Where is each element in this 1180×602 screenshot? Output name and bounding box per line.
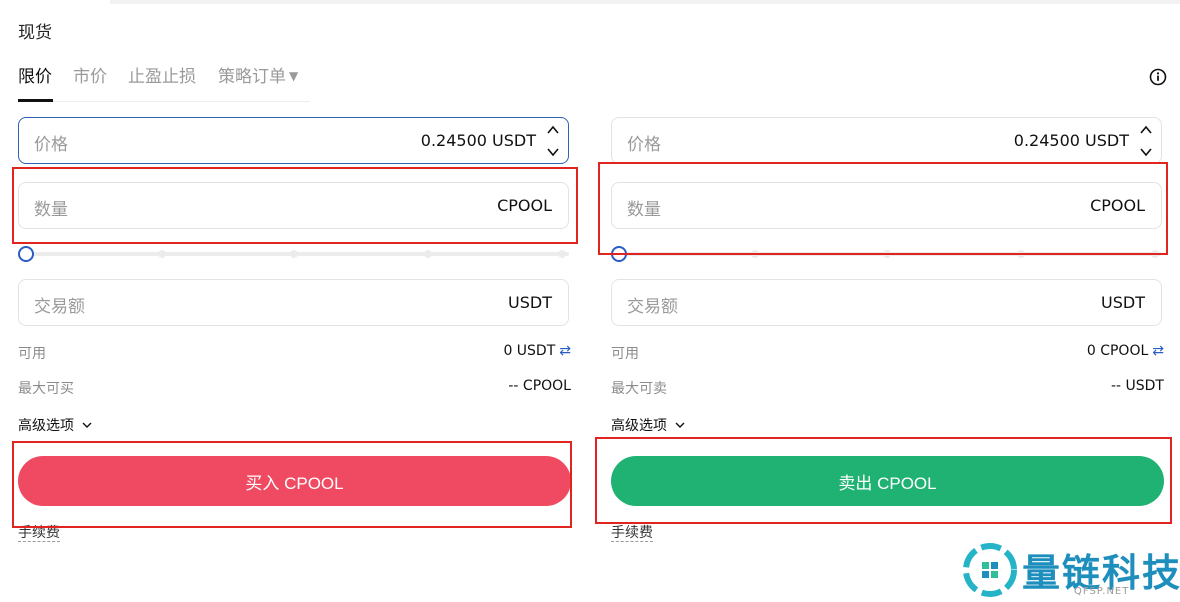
- chevron-down-icon: [82, 422, 92, 428]
- sell-price-label: 价格: [627, 135, 661, 155]
- slider-tick[interactable]: [290, 250, 298, 258]
- available-label: 可用: [18, 346, 46, 362]
- buy-price-value: 0.24500 USDT: [420, 131, 536, 150]
- slider-tick[interactable]: [158, 250, 166, 258]
- max-buy-value: -- CPOOL: [508, 378, 571, 394]
- highlight-box-buy-button: [12, 441, 572, 528]
- sell-total-unit: USDT: [1101, 293, 1145, 312]
- max-sell-label: 最大可卖: [611, 381, 667, 397]
- buy-advanced-options[interactable]: 高级选项: [18, 415, 92, 435]
- sell-total-label: 交易额: [627, 297, 678, 317]
- highlight-box-sell-amount: [598, 162, 1168, 255]
- sell-max-row: 最大可卖 -- USDT: [611, 378, 1164, 398]
- buy-price-label: 价格: [34, 135, 68, 155]
- buy-total-unit: USDT: [508, 293, 552, 312]
- highlight-box-sell-button: [595, 437, 1172, 524]
- available-label: 可用: [611, 346, 639, 362]
- swap-arrows-icon[interactable]: ⇄: [559, 343, 571, 359]
- chevron-down-icon[interactable]: [545, 143, 561, 161]
- sell-total-input[interactable]: 交易额 USDT: [611, 279, 1162, 326]
- swap-arrows-icon[interactable]: ⇄: [1152, 343, 1164, 359]
- sell-fee-link[interactable]: 手续费: [611, 525, 653, 542]
- advanced-options-label: 高级选项: [611, 418, 667, 434]
- buy-price-input[interactable]: 价格 0.24500 USDT: [18, 117, 569, 164]
- watermark-logo: 量链科技 QFSP.NET: [962, 542, 1180, 600]
- chevron-up-icon[interactable]: [545, 121, 561, 139]
- available-value: 0 CPOOL: [1086, 343, 1149, 359]
- buy-total-label: 交易额: [34, 297, 85, 317]
- sell-price-value: 0.24500 USDT: [1013, 131, 1129, 150]
- max-buy-label: 最大可买: [18, 381, 74, 397]
- sell-available-row: 可用 0 CPOOL ⇄: [611, 343, 1164, 363]
- sell-advanced-options[interactable]: 高级选项: [611, 415, 685, 435]
- max-sell-value: -- USDT: [1110, 378, 1164, 394]
- buy-available-row: 可用 0 USDT ⇄: [18, 343, 571, 363]
- slider-tick[interactable]: [558, 250, 566, 258]
- chevron-up-icon[interactable]: [1138, 121, 1154, 139]
- slider-knob[interactable]: [18, 246, 34, 262]
- sell-price-stepper: [1135, 121, 1157, 161]
- highlight-box-buy-amount: [12, 167, 578, 244]
- slider-tick[interactable]: [424, 250, 432, 258]
- chevron-down-icon[interactable]: [1138, 143, 1154, 161]
- buy-total-input[interactable]: 交易额 USDT: [18, 279, 569, 326]
- logo-mark-icon: [963, 543, 1017, 597]
- buy-price-stepper: [542, 121, 564, 161]
- advanced-options-label: 高级选项: [18, 418, 74, 434]
- available-value: 0 USDT: [503, 343, 556, 359]
- sell-price-input[interactable]: 价格 0.24500 USDT: [611, 117, 1162, 164]
- watermark-site: QFSP.NET: [1074, 586, 1130, 597]
- chevron-down-icon: [675, 422, 685, 428]
- buy-amount-slider[interactable]: [18, 246, 569, 262]
- buy-max-row: 最大可买 -- CPOOL: [18, 378, 571, 398]
